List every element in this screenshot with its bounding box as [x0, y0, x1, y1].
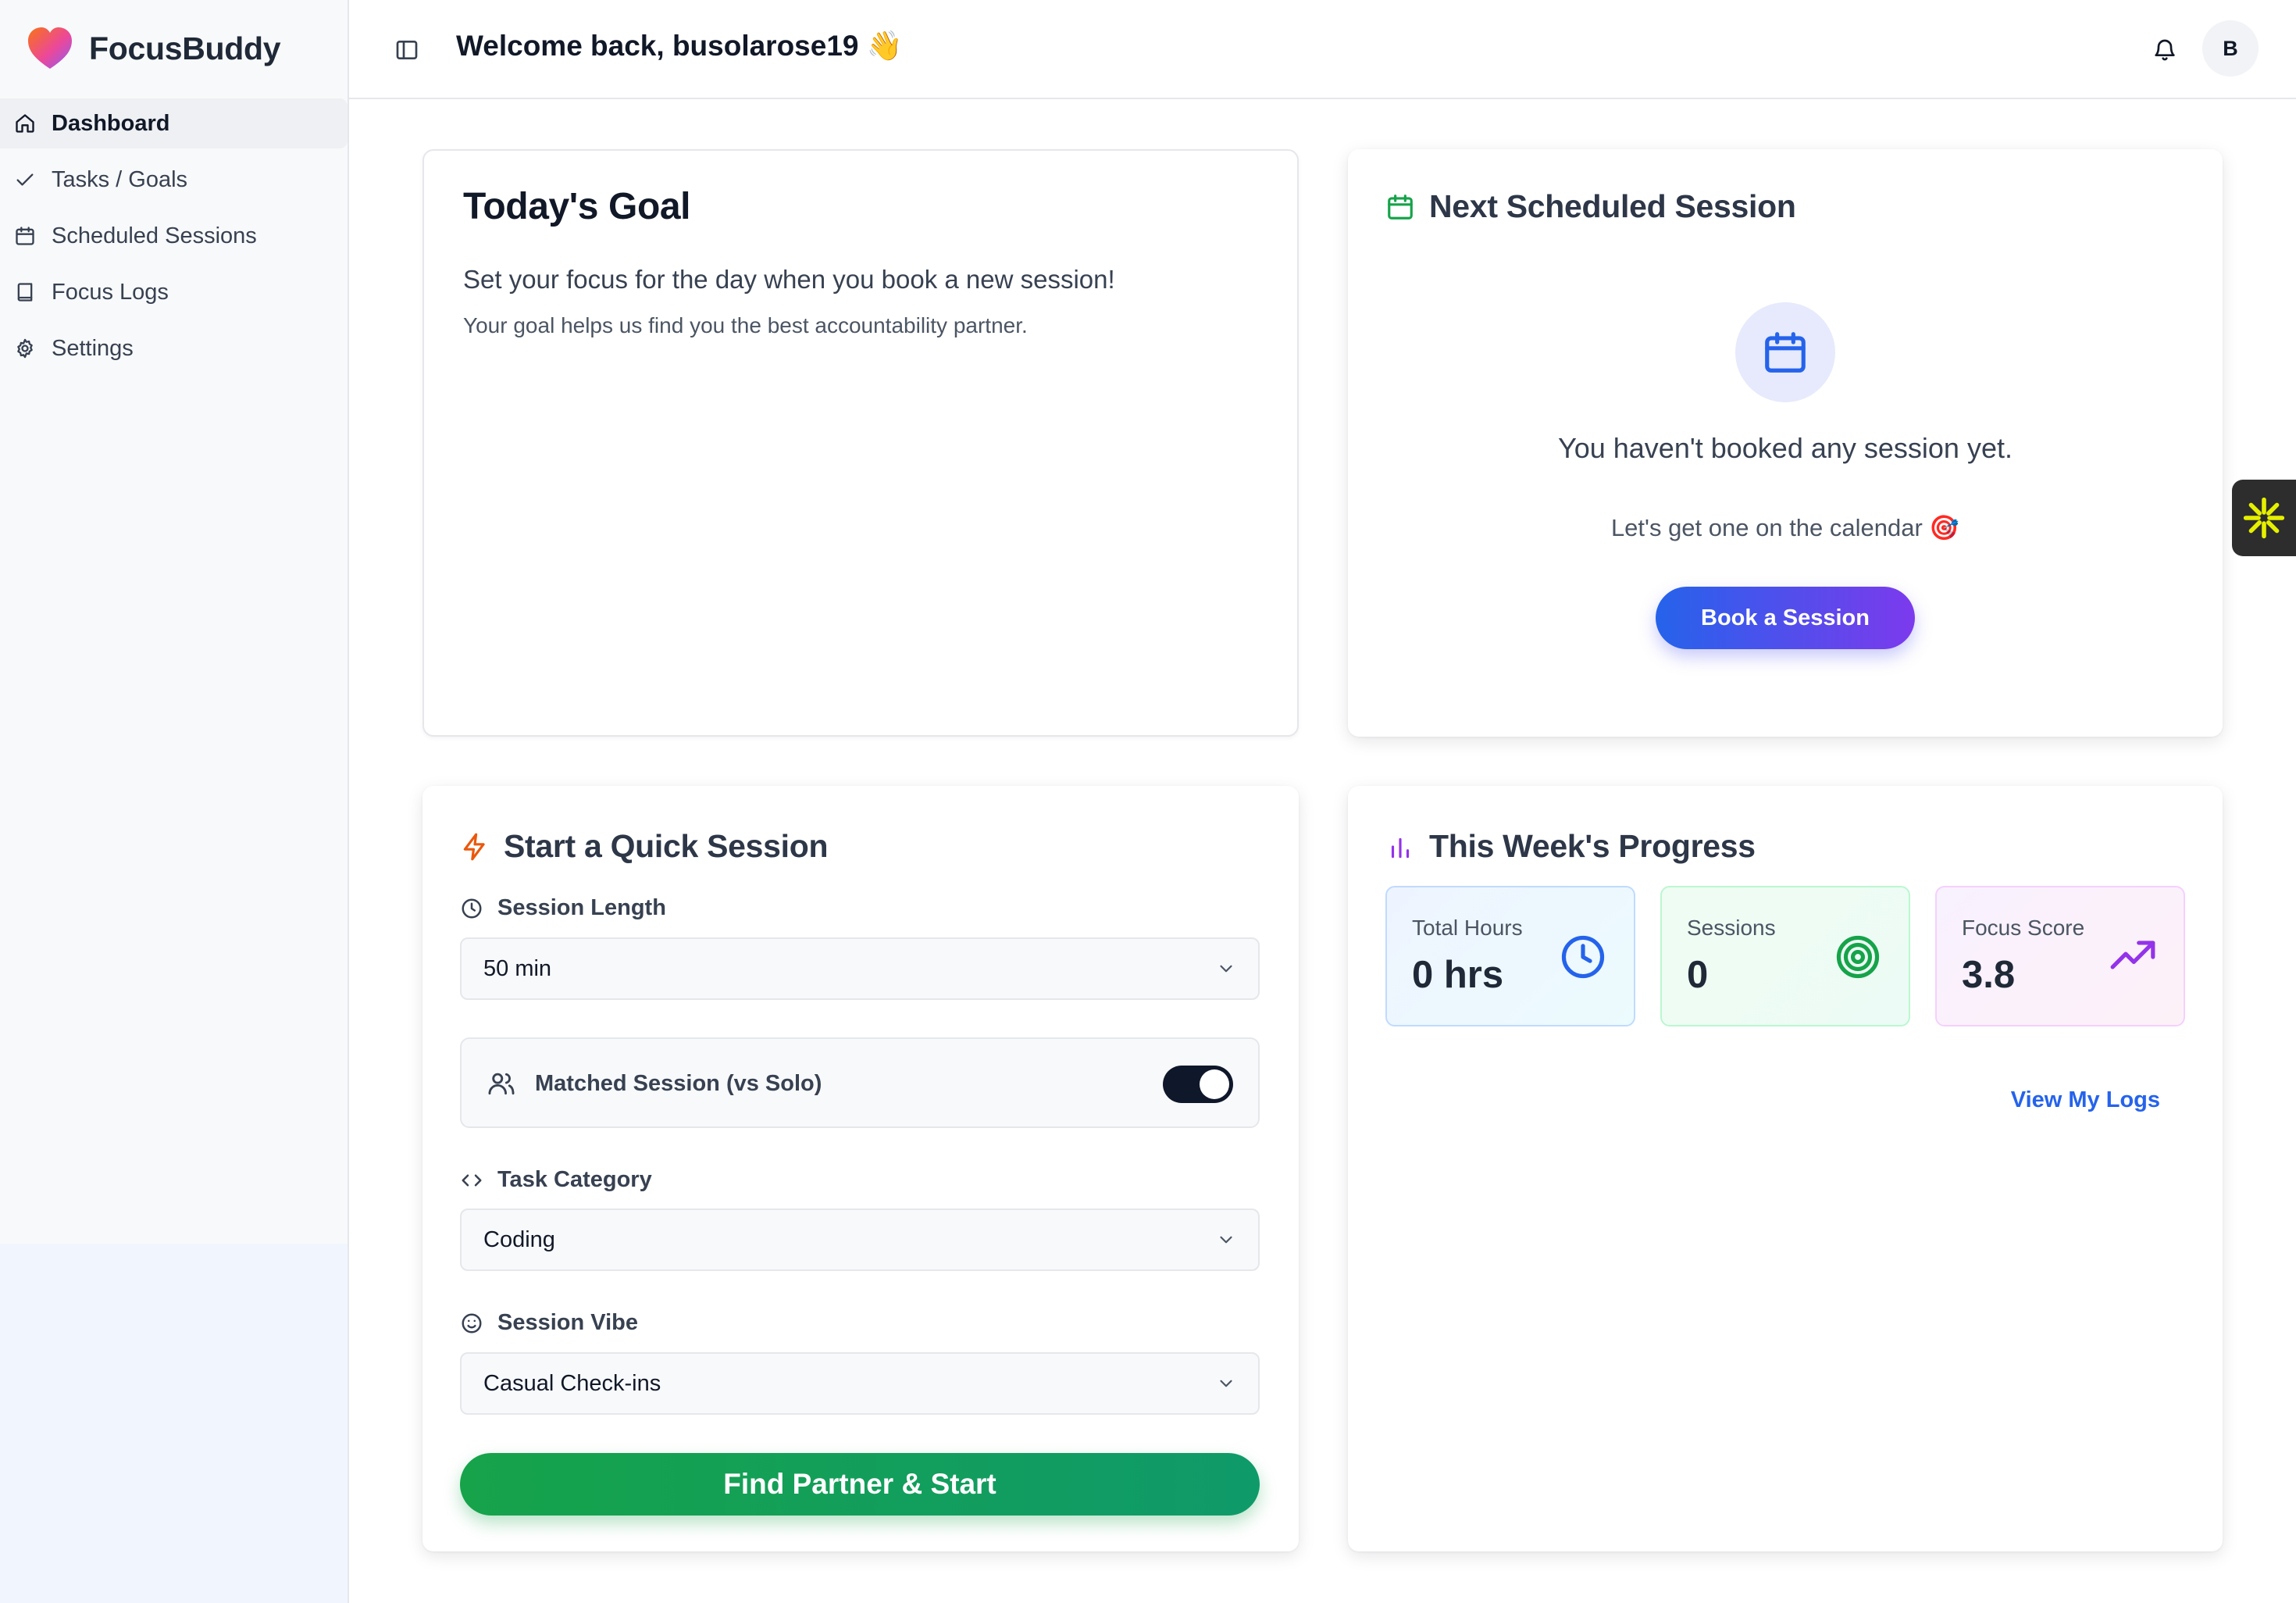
heart-logo-icon	[25, 23, 75, 73]
stat-label: Sessions	[1687, 916, 1776, 940]
book-session-button[interactable]: Book a Session	[1656, 587, 1915, 649]
empty-state-badge	[1735, 302, 1835, 402]
stat-value: 0	[1687, 954, 1709, 996]
bar-chart-icon	[1391, 837, 1410, 858]
stat-sessions: Sessions 0	[1660, 886, 1910, 1026]
find-partner-button[interactable]: Find Partner & Start	[460, 1453, 1260, 1516]
matched-session-toggle[interactable]	[1163, 1066, 1233, 1103]
gear-icon	[17, 338, 33, 359]
todays-goal-card: Today's Goal Set your focus for the day …	[422, 149, 1299, 737]
calendar-icon	[1765, 332, 1806, 373]
sidebar-item-label: Focus Logs	[52, 279, 169, 305]
session-length-label: Session Length	[460, 895, 666, 921]
quick-session-header: Start a Quick Session	[460, 828, 829, 865]
sidebar-item-label: Tasks / Goals	[52, 166, 188, 192]
weekly-progress-title: This Week's Progress	[1429, 828, 1756, 864]
select-value: 50 min	[483, 955, 552, 981]
app-name: FocusBuddy	[89, 30, 281, 66]
users-icon	[488, 1073, 515, 1095]
sidebar-footer-area	[0, 1244, 348, 1603]
lightning-icon	[463, 833, 485, 860]
clock-icon	[1561, 935, 1605, 979]
stat-value: 3.8	[1962, 954, 2016, 996]
top-header: Welcome back, busolarose19 👋 B	[349, 0, 2296, 99]
chevron-down-icon	[1220, 965, 1232, 973]
chevron-down-icon	[1220, 1236, 1232, 1244]
sidebar: FocusBuddy Dashboard Tasks / Goals Sched…	[0, 0, 349, 1603]
trending-up-icon	[2110, 941, 2155, 969]
next-session-header: Next Scheduled Session	[1385, 188, 1796, 225]
stat-total-hours: Total Hours 0 hrs	[1385, 886, 1635, 1026]
sidebar-item-label: Dashboard	[52, 110, 170, 136]
field-label-text: Session Length	[497, 895, 666, 920]
stat-focus-score: Focus Score 3.8	[1935, 886, 2185, 1026]
quick-session-card: Start a Quick Session Session Length 50 …	[422, 786, 1299, 1551]
empty-state-message: You haven't booked any session yet.	[1558, 432, 2013, 464]
sidebar-item-tasks-goals[interactable]: Tasks / Goals	[0, 155, 348, 205]
goal-prompt: Set your focus for the day when you book…	[463, 265, 1115, 294]
goal-hint: Your goal helps us find you the best acc…	[463, 313, 1028, 337]
sidebar-item-focus-logs[interactable]: Focus Logs	[0, 267, 348, 317]
smile-icon	[462, 1313, 482, 1333]
field-label-text: Session Vibe	[497, 1310, 638, 1335]
stat-label: Focus Score	[1962, 916, 2085, 940]
next-session-card: Next Scheduled Session You haven't booke…	[1348, 149, 2223, 737]
chevron-down-icon	[1220, 1380, 1232, 1387]
quick-session-title: Start a Quick Session	[504, 828, 829, 864]
floating-assistant-button[interactable]	[2232, 480, 2296, 556]
stat-value: 0 hrs	[1412, 954, 1504, 996]
clock-icon	[462, 898, 482, 918]
field-label-text: Task Category	[497, 1167, 652, 1192]
sidebar-item-dashboard[interactable]: Dashboard	[0, 98, 348, 148]
check-icon	[16, 173, 34, 186]
bell-icon[interactable]	[2152, 37, 2177, 62]
toggle-label-text: Matched Session (vs Solo)	[535, 1070, 822, 1096]
sidebar-item-label: Settings	[52, 335, 134, 361]
sidebar-item-label: Scheduled Sessions	[52, 223, 257, 248]
weekly-progress-header: This Week's Progress	[1385, 828, 1756, 865]
view-logs-link[interactable]: View My Logs	[2011, 1087, 2160, 1113]
target-icon	[1836, 935, 1880, 979]
welcome-heading: Welcome back, busolarose19 👋	[456, 30, 903, 62]
book-icon	[17, 283, 33, 302]
avatar[interactable]: B	[2202, 20, 2259, 77]
next-session-title: Next Scheduled Session	[1429, 188, 1796, 224]
task-category-label: Task Category	[460, 1167, 652, 1193]
empty-state-subtext: Let's get one on the calendar 🎯	[1610, 514, 1960, 541]
calendar-icon	[16, 227, 34, 245]
sidebar-toggle-icon[interactable]	[394, 37, 419, 62]
matched-session-label: Matched Session (vs Solo)	[487, 1069, 822, 1098]
sidebar-item-settings[interactable]: Settings	[0, 323, 348, 373]
todays-goal-title: Today's Goal	[463, 186, 691, 227]
session-length-select[interactable]: 50 min	[460, 937, 1260, 1000]
session-vibe-label: Session Vibe	[460, 1310, 638, 1336]
sparkle-asterisk-icon	[2243, 497, 2285, 539]
task-category-select[interactable]: Coding	[460, 1208, 1260, 1271]
code-icon	[462, 1174, 482, 1186]
select-value: Coding	[483, 1226, 555, 1252]
session-vibe-select[interactable]: Casual Check-ins	[460, 1352, 1260, 1415]
brand[interactable]: FocusBuddy	[25, 23, 281, 73]
stat-label: Total Hours	[1412, 916, 1523, 940]
weekly-progress-card: This Week's Progress Total Hours 0 hrs S…	[1348, 786, 2223, 1551]
sidebar-item-scheduled-sessions[interactable]: Scheduled Sessions	[0, 211, 348, 261]
sidebar-nav: Dashboard Tasks / Goals Scheduled Sessio…	[0, 98, 348, 380]
home-icon	[16, 114, 34, 133]
toggle-knob	[1200, 1069, 1229, 1099]
select-value: Casual Check-ins	[483, 1370, 661, 1396]
matched-session-row: Matched Session (vs Solo)	[460, 1037, 1260, 1128]
calendar-icon	[1388, 194, 1413, 220]
